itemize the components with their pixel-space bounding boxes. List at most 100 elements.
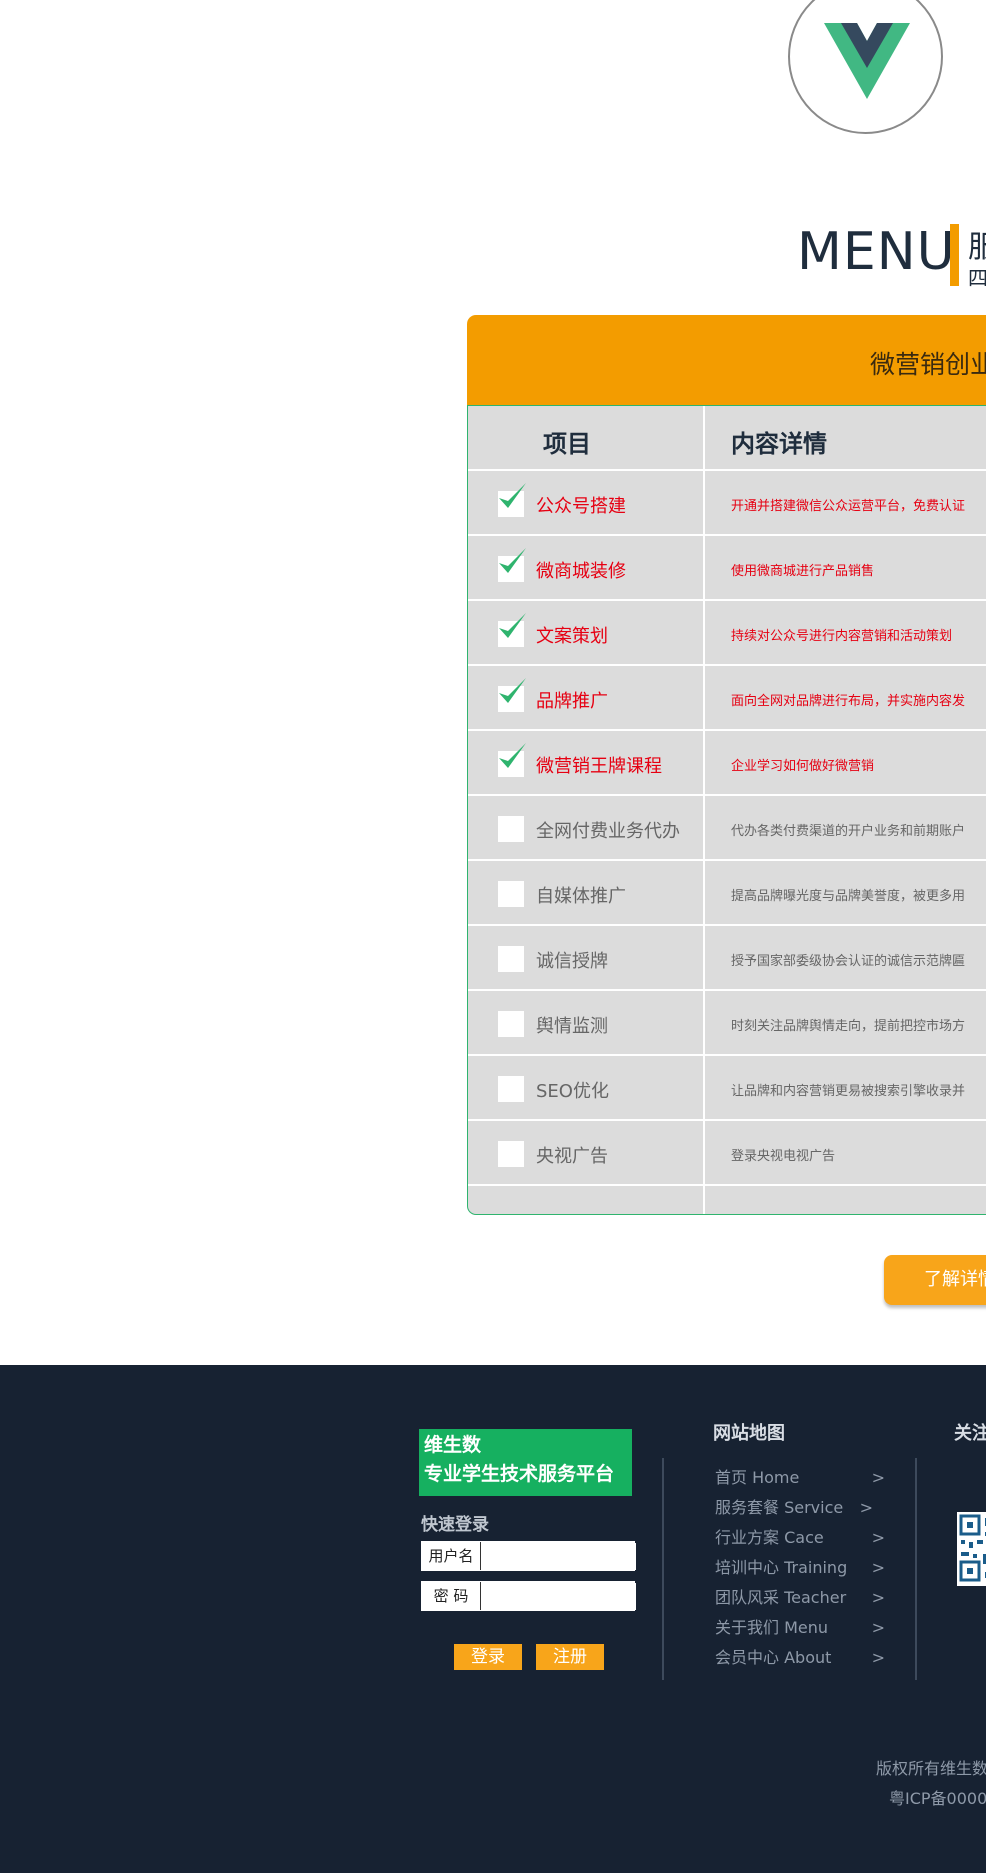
package-banner: 微营销创业 <box>467 315 986 405</box>
row-detail-text: 企业学习如何做好微营销 <box>731 759 875 774</box>
footer-divider-left <box>662 1458 664 1680</box>
menu-heading-divider <box>950 224 959 286</box>
icp-license-text: 粤ICP备0000 <box>889 1789 986 1808</box>
row-item-label: 文案策划 <box>536 626 608 647</box>
row-item-label: 公众号搭建 <box>536 496 626 517</box>
unchecked-checkbox[interactable] <box>498 1011 524 1037</box>
sitemap-item-service[interactable]: 服务套餐 Service > <box>715 1493 885 1523</box>
menu-heading: MENU <box>797 222 956 282</box>
vue-logo-icon <box>824 23 910 99</box>
row-item-label: 诚信授牌 <box>536 951 608 972</box>
footer-brand: 维生数 专业学生技术服务平台 <box>419 1429 632 1496</box>
sitemap-title: 网站地图 <box>713 1423 785 1444</box>
chevron-right-icon: > <box>871 1618 885 1637</box>
footer-divider-right <box>915 1458 917 1680</box>
password-field: 密 码 <box>421 1581 636 1611</box>
follow-us-title: 关注 <box>954 1423 986 1444</box>
row-detail-text: 使用微商城进行产品销售 <box>731 564 875 579</box>
username-field: 用户名 <box>421 1541 636 1571</box>
checkmark-icon <box>499 483 526 508</box>
table-row-empty <box>468 1186 986 1214</box>
table-column-divider <box>703 406 705 1214</box>
checkmark-icon <box>499 613 526 638</box>
brand-slogan: 专业学生技术服务平台 <box>424 1463 615 1485</box>
row-item-label: 微营销王牌课程 <box>536 756 662 777</box>
unchecked-checkbox[interactable] <box>498 1141 524 1167</box>
row-item-label: 自媒体推广 <box>536 886 626 907</box>
menu-subtitle-secondary: 四 <box>968 266 986 290</box>
row-item-label: 全网付费业务代办 <box>536 821 680 842</box>
column-header-item: 项目 <box>543 430 591 458</box>
sitemap-item-about[interactable]: 会员中心 About > <box>715 1643 885 1673</box>
sitemap-item-menu[interactable]: 关于我们 Menu > <box>715 1613 885 1643</box>
row-item-label: 品牌推广 <box>536 691 608 712</box>
checkmark-icon <box>499 743 526 768</box>
checkmark-icon <box>499 678 526 703</box>
table-row: 央视广告 登录央视电视广告 <box>468 1121 986 1186</box>
register-button[interactable]: 注册 <box>536 1644 604 1670</box>
chevron-right-icon: > <box>871 1468 885 1487</box>
username-label: 用户名 <box>422 1542 481 1570</box>
column-header-detail: 内容详情 <box>731 430 827 458</box>
qr-code-icon <box>959 1514 986 1582</box>
row-item-label: 央视广告 <box>536 1146 608 1167</box>
unchecked-checkbox[interactable] <box>498 1076 524 1102</box>
qr-code <box>957 1512 986 1586</box>
sitemap-item-training[interactable]: 培训中心 Training > <box>715 1553 885 1583</box>
checked-checkbox[interactable] <box>498 678 526 712</box>
table-row: 微商城装修 使用微商城进行产品销售 <box>468 536 986 601</box>
checked-checkbox[interactable] <box>498 613 526 647</box>
chevron-right-icon: > <box>871 1558 885 1577</box>
row-detail-text: 让品牌和内容营销更易被搜索引擎收录并 <box>731 1084 966 1099</box>
row-detail-text: 代办各类付费渠道的开户业务和前期账户 <box>731 824 966 839</box>
table-row: 舆情监测 时刻关注品牌舆情走向，提前把控市场方 <box>468 991 986 1056</box>
row-detail-text: 开通并搭建微信公众运营平台，免费认证 <box>731 499 966 514</box>
chevron-right-icon: > <box>859 1498 873 1517</box>
menu-subtitle-primary: 服 <box>968 230 986 265</box>
footer: 维生数 专业学生技术服务平台 快速登录 用户名 密 码 登录 注册 网站地图 首… <box>0 1365 986 1873</box>
username-input[interactable] <box>482 1543 636 1570</box>
checked-checkbox[interactable] <box>498 743 526 777</box>
chevron-right-icon: > <box>871 1648 885 1667</box>
unchecked-checkbox[interactable] <box>498 816 524 842</box>
package-title: 微营销创业 <box>870 350 986 379</box>
checked-checkbox[interactable] <box>498 548 526 582</box>
row-detail-text: 面向全网对品牌进行布局，并实施内容发 <box>731 694 966 709</box>
checked-checkbox[interactable] <box>498 483 526 517</box>
table-row: 微营销王牌课程 企业学习如何做好微营销 <box>468 731 986 796</box>
password-label: 密 码 <box>422 1582 481 1610</box>
brand-name: 维生数 <box>424 1434 482 1456</box>
table-row: SEO优化 让品牌和内容营销更易被搜索引擎收录并 <box>468 1056 986 1121</box>
table-row: 诚信授牌 授予国家部委级协会认证的诚信示范牌匾 <box>468 926 986 991</box>
package-table: 项目 内容详情 公众号搭建 开通并搭建微信公众运营平台，免费认证微商城装修 使用微商… <box>467 405 986 1215</box>
chevron-right-icon: > <box>871 1528 885 1547</box>
table-row: 自媒体推广 提高品牌曝光度与品牌美誉度，被更多用 <box>468 861 986 926</box>
vue-logo <box>788 0 943 134</box>
table-header-row: 项目 内容详情 <box>468 406 986 471</box>
checkmark-icon <box>499 548 526 573</box>
row-item-label: SEO优化 <box>536 1081 609 1102</box>
sitemap-item-cace[interactable]: 行业方案 Cace > <box>715 1523 885 1553</box>
table-row: 文案策划 持续对公众号进行内容营销和活动策划 <box>468 601 986 666</box>
password-input[interactable] <box>482 1583 636 1610</box>
row-detail-text: 提高品牌曝光度与品牌美誉度，被更多用 <box>731 889 966 904</box>
row-detail-text: 授予国家部委级协会认证的诚信示范牌匾 <box>731 954 966 969</box>
table-row: 全网付费业务代办 代办各类付费渠道的开户业务和前期账户 <box>468 796 986 861</box>
chevron-right-icon: > <box>871 1588 885 1607</box>
copyright-text: 版权所有维生数 <box>876 1759 986 1778</box>
row-item-label: 微商城装修 <box>536 561 626 582</box>
learn-more-button[interactable]: 了解详情 <box>884 1255 986 1305</box>
sitemap-list: 首页 Home > 服务套餐 Service > 行业方案 Cace > 培训中心 T… <box>715 1463 885 1673</box>
unchecked-checkbox[interactable] <box>498 946 524 972</box>
unchecked-checkbox[interactable] <box>498 881 524 907</box>
row-item-label: 舆情监测 <box>536 1016 608 1037</box>
row-detail-text: 持续对公众号进行内容营销和活动策划 <box>731 629 953 644</box>
row-detail-text: 登录央视电视广告 <box>731 1149 836 1164</box>
quick-login-title: 快速登录 <box>421 1515 489 1535</box>
table-row: 品牌推广 面向全网对品牌进行布局，并实施内容发 <box>468 666 986 731</box>
table-row: 公众号搭建 开通并搭建微信公众运营平台，免费认证 <box>468 471 986 536</box>
sitemap-item-home[interactable]: 首页 Home > <box>715 1463 885 1493</box>
login-button[interactable]: 登录 <box>454 1644 522 1670</box>
row-detail-text: 时刻关注品牌舆情走向，提前把控市场方 <box>731 1019 966 1034</box>
sitemap-item-teacher[interactable]: 团队风采 Teacher > <box>715 1583 885 1613</box>
